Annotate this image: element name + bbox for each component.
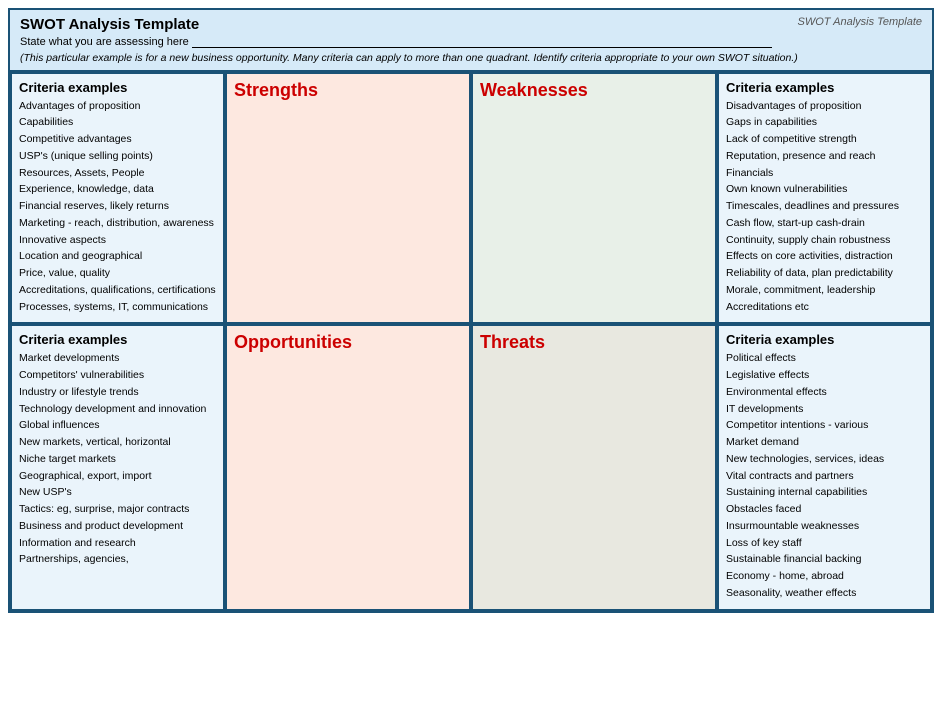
- list-item: New technologies, services, ideas: [726, 452, 923, 468]
- list-item: Seasonality, weather effects: [726, 586, 923, 602]
- list-item: New markets, vertical, horizontal: [19, 435, 216, 451]
- list-item: Lack of competitive strength: [726, 132, 923, 148]
- state-label: State what you are assessing here: [20, 35, 922, 48]
- list-item: Technology development and innovation: [19, 402, 216, 418]
- list-item: Advantages of proposition: [19, 99, 216, 115]
- list-item: Insurmountable weaknesses: [726, 519, 923, 535]
- list-item: Price, value, quality: [19, 266, 216, 282]
- header-section: SWOT Analysis Template SWOT Analysis Tem…: [10, 10, 932, 72]
- list-item: Marketing - reach, distribution, awarene…: [19, 216, 216, 232]
- page-title: SWOT Analysis Template: [20, 16, 922, 33]
- bot-right-criteria-list: Political effectsLegislative effectsEnvi…: [726, 351, 923, 601]
- list-item: Timescales, deadlines and pressures: [726, 199, 923, 215]
- list-item: Resources, Assets, People: [19, 166, 216, 182]
- strengths-cell: Strengths: [225, 72, 471, 325]
- list-item: Industry or lifestyle trends: [19, 385, 216, 401]
- list-item: Political effects: [726, 351, 923, 367]
- list-item: Effects on core activities, distraction: [726, 249, 923, 265]
- list-item: Financial reserves, likely returns: [19, 199, 216, 215]
- top-left-criteria-cell: Criteria examples Advantages of proposit…: [10, 72, 225, 325]
- list-item: New USP's: [19, 485, 216, 501]
- list-item: Location and geographical: [19, 249, 216, 265]
- watermark: SWOT Analysis Template: [797, 16, 922, 28]
- list-item: Economy - home, abroad: [726, 569, 923, 585]
- list-item: Niche target markets: [19, 452, 216, 468]
- list-item: Competitors' vulnerabilities: [19, 368, 216, 384]
- swot-template: SWOT Analysis Template SWOT Analysis Tem…: [8, 8, 934, 613]
- list-item: Sustainable financial backing: [726, 552, 923, 568]
- list-item: Information and research: [19, 536, 216, 552]
- list-item: Competitive advantages: [19, 132, 216, 148]
- weaknesses-heading: Weaknesses: [480, 80, 708, 101]
- list-item: Morale, commitment, leadership: [726, 283, 923, 299]
- list-item: Reliability of data, plan predictability: [726, 266, 923, 282]
- list-item: Reputation, presence and reach: [726, 149, 923, 165]
- bot-right-criteria-cell: Criteria examples Political effectsLegis…: [717, 324, 932, 610]
- list-item: Sustaining internal capabilities: [726, 485, 923, 501]
- list-item: Obstacles faced: [726, 502, 923, 518]
- list-item: Gaps in capabilities: [726, 115, 923, 131]
- list-item: Financials: [726, 166, 923, 182]
- list-item: Market developments: [19, 351, 216, 367]
- list-item: Accreditations etc: [726, 300, 923, 316]
- strengths-heading: Strengths: [234, 80, 462, 101]
- threats-cell: Threats: [471, 324, 717, 610]
- bot-left-criteria-list: Market developmentsCompetitors' vulnerab…: [19, 351, 216, 568]
- top-left-criteria-list: Advantages of propositionCapabilitiesCom…: [19, 99, 216, 316]
- list-item: USP's (unique selling points): [19, 149, 216, 165]
- bot-left-criteria-heading: Criteria examples: [19, 332, 216, 347]
- list-item: Global influences: [19, 418, 216, 434]
- list-item: Environmental effects: [726, 385, 923, 401]
- bot-left-criteria-cell: Criteria examples Market developmentsCom…: [10, 324, 225, 610]
- list-item: Disadvantages of proposition: [726, 99, 923, 115]
- list-item: Tactics: eg, surprise, major contracts: [19, 502, 216, 518]
- list-item: Business and product development: [19, 519, 216, 535]
- list-item: Market demand: [726, 435, 923, 451]
- list-item: Geographical, export, import: [19, 469, 216, 485]
- top-right-criteria-heading: Criteria examples: [726, 80, 923, 95]
- top-left-criteria-heading: Criteria examples: [19, 80, 216, 95]
- opportunities-cell: Opportunities: [225, 324, 471, 610]
- list-item: Continuity, supply chain robustness: [726, 233, 923, 249]
- top-right-criteria-list: Disadvantages of propositionGaps in capa…: [726, 99, 923, 316]
- bot-right-criteria-heading: Criteria examples: [726, 332, 923, 347]
- threats-heading: Threats: [480, 332, 708, 353]
- list-item: Competitor intentions - various: [726, 418, 923, 434]
- list-item: Loss of key staff: [726, 536, 923, 552]
- list-item: Innovative aspects: [19, 233, 216, 249]
- list-item: Processes, systems, IT, communications: [19, 300, 216, 316]
- list-item: Cash flow, start-up cash-drain: [726, 216, 923, 232]
- list-item: Capabilities: [19, 115, 216, 131]
- swot-grid: Criteria examples Advantages of proposit…: [10, 72, 932, 611]
- list-item: Accreditations, qualifications, certific…: [19, 283, 216, 299]
- weaknesses-cell: Weaknesses: [471, 72, 717, 325]
- list-item: Experience, knowledge, data: [19, 182, 216, 198]
- italic-note: (This particular example is for a new bu…: [20, 51, 922, 66]
- list-item: Legislative effects: [726, 368, 923, 384]
- top-right-criteria-cell: Criteria examples Disadvantages of propo…: [717, 72, 932, 325]
- list-item: Vital contracts and partners: [726, 469, 923, 485]
- list-item: IT developments: [726, 402, 923, 418]
- list-item: Own known vulnerabilities: [726, 182, 923, 198]
- list-item: Partnerships, agencies,: [19, 552, 216, 568]
- opportunities-heading: Opportunities: [234, 332, 462, 353]
